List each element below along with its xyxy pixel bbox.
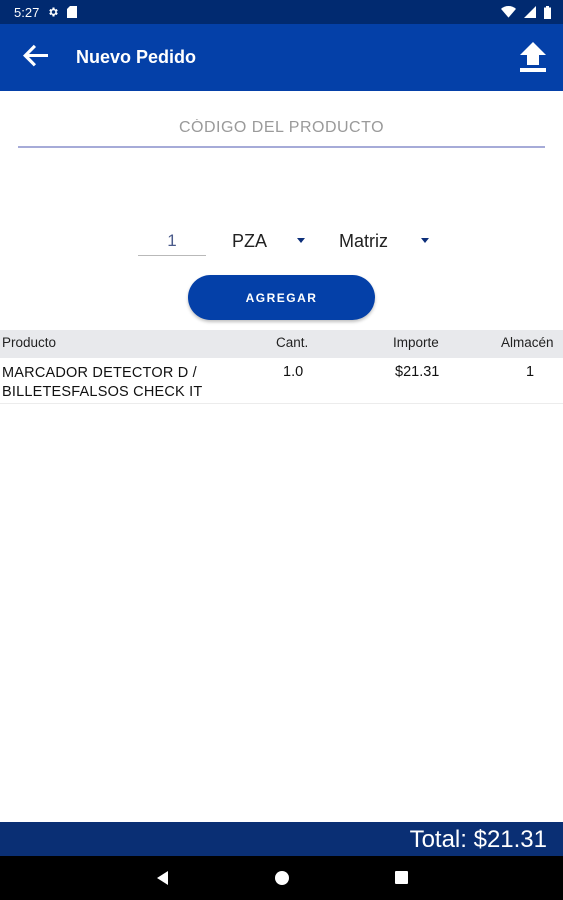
status-bar: 5:27	[0, 0, 563, 24]
header-amount: Importe	[393, 335, 439, 350]
battery-icon	[544, 5, 551, 19]
store-select-value: Matriz	[339, 230, 388, 251]
app-bar: Nuevo Pedido	[0, 24, 563, 91]
nav-recents-button[interactable]	[391, 867, 413, 889]
upload-button[interactable]	[513, 38, 553, 78]
nav-home-icon	[275, 871, 289, 885]
header-product: Producto	[2, 335, 57, 350]
table-header: Producto Cant. Importe Almacén	[0, 330, 563, 358]
total-label: Total: $21.31	[409, 826, 547, 853]
quantity-input[interactable]	[138, 227, 206, 256]
nav-home-button[interactable]	[271, 867, 293, 889]
product-code-input[interactable]	[18, 110, 545, 148]
header-quantity: Cant.	[276, 335, 309, 350]
status-left: 5:27	[14, 4, 78, 20]
row-amount: $21.31	[395, 364, 440, 380]
total-bar: Total: $21.31	[0, 822, 563, 856]
unit-select[interactable]: PZA	[232, 226, 308, 256]
sd-card-icon	[67, 6, 78, 18]
row-quantity: 1.0	[283, 364, 304, 380]
dropdown-arrow-icon	[421, 238, 429, 243]
dropdown-arrow-icon	[297, 238, 305, 243]
add-button[interactable]: AGREGAR	[188, 275, 375, 320]
store-select[interactable]: Matriz	[339, 226, 433, 256]
nav-back-icon	[157, 871, 168, 885]
nav-back-button[interactable]	[152, 867, 174, 889]
row-warehouse: 1	[526, 364, 535, 380]
signal-icon	[524, 6, 536, 18]
wifi-icon	[501, 6, 516, 18]
settings-icon	[49, 7, 59, 17]
table-row[interactable]: MARCADOR DETECTOR D / BILLETESFALSOS CHE…	[0, 358, 563, 404]
page-title: Nuevo Pedido	[76, 47, 197, 67]
back-button[interactable]	[16, 37, 56, 77]
upload-icon	[520, 42, 546, 72]
back-arrow-icon	[23, 44, 48, 67]
unit-select-value: PZA	[232, 230, 268, 251]
header-warehouse: Almacén	[501, 335, 554, 350]
nav-recents-icon	[395, 871, 408, 884]
navigation-bar	[0, 856, 563, 900]
row-product: MARCADOR DETECTOR D / BILLETESFALSOS CHE…	[2, 365, 203, 400]
status-right	[501, 5, 551, 19]
status-time: 5:27	[14, 4, 40, 20]
